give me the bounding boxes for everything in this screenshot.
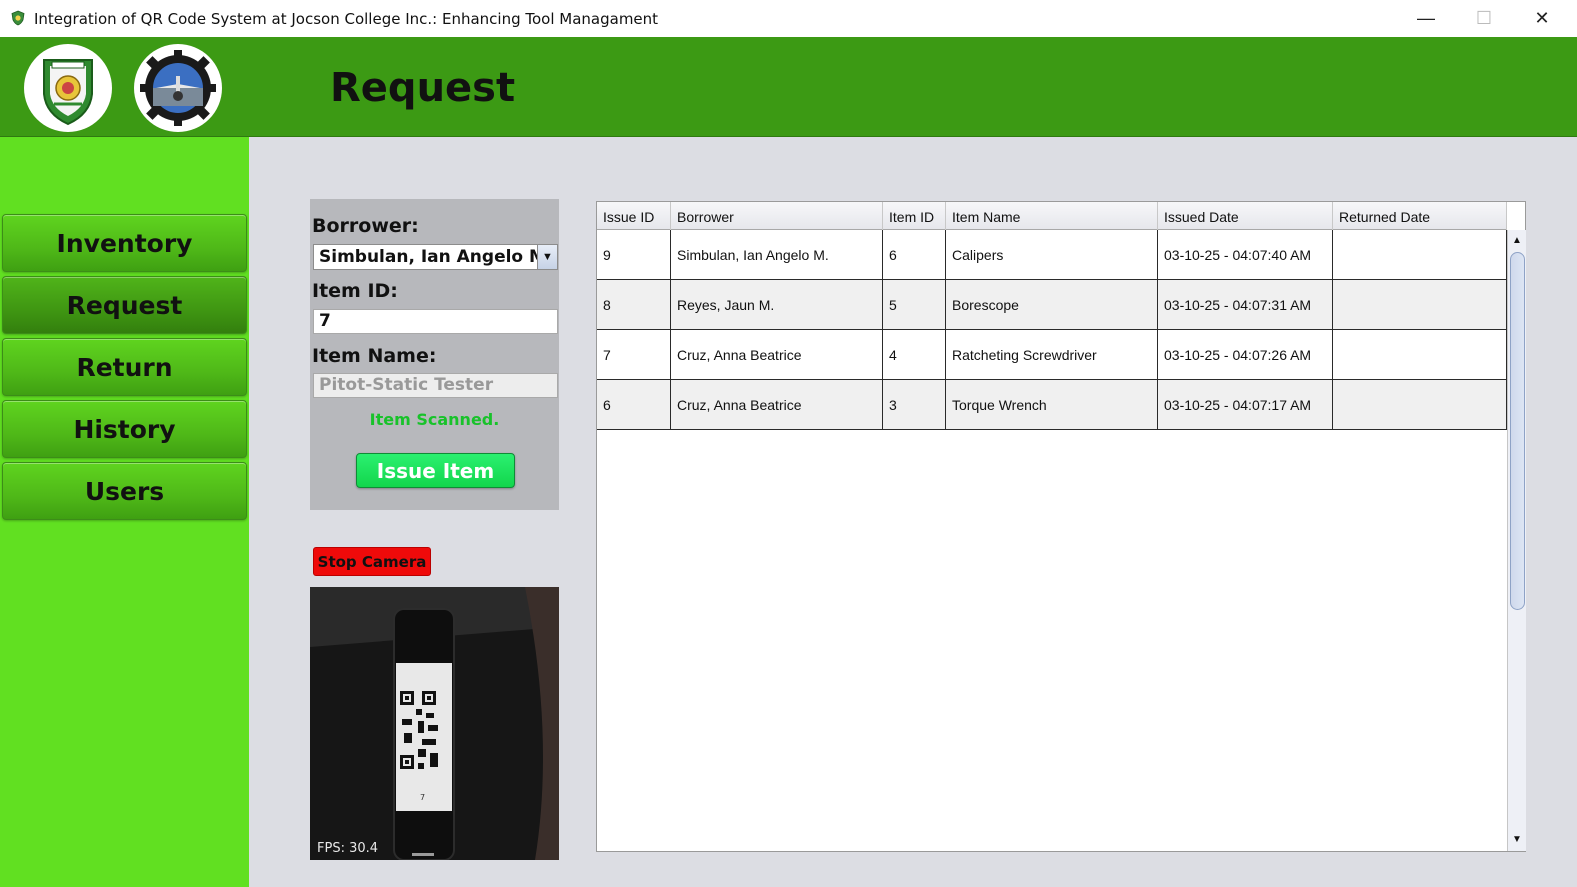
- gear-airplane-icon: [136, 46, 220, 130]
- column-header-item-name[interactable]: Item Name: [946, 202, 1158, 230]
- table-scrollbar[interactable]: ▲ ▼: [1507, 230, 1526, 851]
- scrollbar-thumb[interactable]: [1510, 252, 1525, 610]
- title-bar: Integration of QR Code System at Jocson …: [0, 0, 1577, 37]
- column-header-issue-id[interactable]: Issue ID: [597, 202, 671, 230]
- cell-issued-date: 03-10-25 - 04:07:40 AM: [1158, 230, 1333, 280]
- cell-item-id: 4: [883, 330, 946, 380]
- camera-feed: 7 FPS: 30.4: [310, 587, 559, 860]
- column-header-item-id[interactable]: Item ID: [883, 202, 946, 230]
- stop-camera-button[interactable]: Stop Camera: [313, 547, 431, 576]
- borrower-select-value: Simbulan, Ian Angelo M.: [319, 247, 553, 267]
- cell-issued-date: 03-10-25 - 04:07:31 AM: [1158, 280, 1333, 330]
- cell-returned-date: [1333, 280, 1507, 330]
- cell-issue-id: 7: [597, 330, 671, 380]
- sidebar-item-request[interactable]: Request: [2, 276, 247, 334]
- table-row[interactable]: 6 Cruz, Anna Beatrice 3 Torque Wrench 03…: [597, 380, 1507, 430]
- item-name-label: Item Name:: [312, 345, 437, 367]
- cell-issued-date: 03-10-25 - 04:07:26 AM: [1158, 330, 1333, 380]
- sidebar-item-history[interactable]: History: [2, 400, 247, 458]
- cell-item-name: Borescope: [946, 280, 1158, 330]
- fps-readout: FPS: 30.4: [317, 841, 379, 856]
- scroll-up-arrow-icon[interactable]: ▲: [1508, 232, 1526, 250]
- column-header-returned-date[interactable]: Returned Date: [1333, 202, 1507, 230]
- item-id-label: Item ID:: [312, 280, 398, 302]
- cell-issued-date: 03-10-25 - 04:07:17 AM: [1158, 380, 1333, 430]
- header-bar: Request: [0, 37, 1577, 137]
- cell-item-id: 5: [883, 280, 946, 330]
- close-button[interactable]: ✕: [1513, 0, 1571, 37]
- item-name-field: Pitot-Static Tester: [313, 373, 558, 398]
- minimize-button[interactable]: —: [1397, 0, 1455, 37]
- cell-issue-id: 9: [597, 230, 671, 280]
- sidebar-item-inventory[interactable]: Inventory: [2, 214, 247, 272]
- table-row[interactable]: 9 Simbulan, Ian Angelo M. 6 Calipers 03-…: [597, 230, 1507, 280]
- qr-number-label: 7: [420, 793, 425, 802]
- table-row[interactable]: 7 Cruz, Anna Beatrice 4 Ratcheting Screw…: [597, 330, 1507, 380]
- window-title: Integration of QR Code System at Jocson …: [34, 10, 659, 28]
- aviation-gear-logo: [134, 44, 222, 132]
- table-header: Issue ID Borrower Item ID Item Name Issu…: [597, 202, 1507, 230]
- issue-item-button[interactable]: Issue Item: [356, 453, 515, 488]
- cell-returned-date: [1333, 230, 1507, 280]
- cell-borrower: Cruz, Anna Beatrice: [671, 380, 883, 430]
- request-form-panel: Borrower: Simbulan, Ian Angelo M. ▼ Item…: [310, 199, 559, 510]
- borrower-label: Borrower:: [312, 215, 419, 237]
- column-header-borrower[interactable]: Borrower: [671, 202, 883, 230]
- maximize-button[interactable]: ☐: [1455, 0, 1513, 37]
- college-seal-icon: [26, 46, 110, 130]
- borrower-select[interactable]: Simbulan, Ian Angelo M. ▼: [313, 244, 558, 270]
- cell-borrower: Cruz, Anna Beatrice: [671, 330, 883, 380]
- cell-item-id: 6: [883, 230, 946, 280]
- item-id-field[interactable]: 7: [313, 309, 558, 334]
- college-seal-logo: [24, 44, 112, 132]
- sidebar-item-return[interactable]: Return: [2, 338, 247, 396]
- cell-item-name: Ratcheting Screwdriver: [946, 330, 1158, 380]
- cell-borrower: Reyes, Jaun M.: [671, 280, 883, 330]
- cell-returned-date: [1333, 330, 1507, 380]
- cell-item-name: Calipers: [946, 230, 1158, 280]
- scan-status-text: Item Scanned.: [369, 410, 500, 429]
- sidebar-item-users[interactable]: Users: [2, 462, 247, 520]
- scroll-down-arrow-icon[interactable]: ▼: [1508, 831, 1526, 849]
- cell-returned-date: [1333, 380, 1507, 430]
- page-title: Request: [330, 65, 516, 111]
- dropdown-arrow-icon[interactable]: ▼: [537, 245, 557, 269]
- app-shield-icon: [11, 10, 25, 26]
- camera-frame-image: 7: [310, 587, 559, 860]
- cell-item-id: 3: [883, 380, 946, 430]
- requests-table: Issue ID Borrower Item ID Item Name Issu…: [596, 201, 1526, 852]
- cell-item-name: Torque Wrench: [946, 380, 1158, 430]
- cell-borrower: Simbulan, Ian Angelo M.: [671, 230, 883, 280]
- column-header-issued-date[interactable]: Issued Date: [1158, 202, 1333, 230]
- cell-issue-id: 6: [597, 380, 671, 430]
- cell-issue-id: 8: [597, 280, 671, 330]
- table-row[interactable]: 8 Reyes, Jaun M. 5 Borescope 03-10-25 - …: [597, 280, 1507, 330]
